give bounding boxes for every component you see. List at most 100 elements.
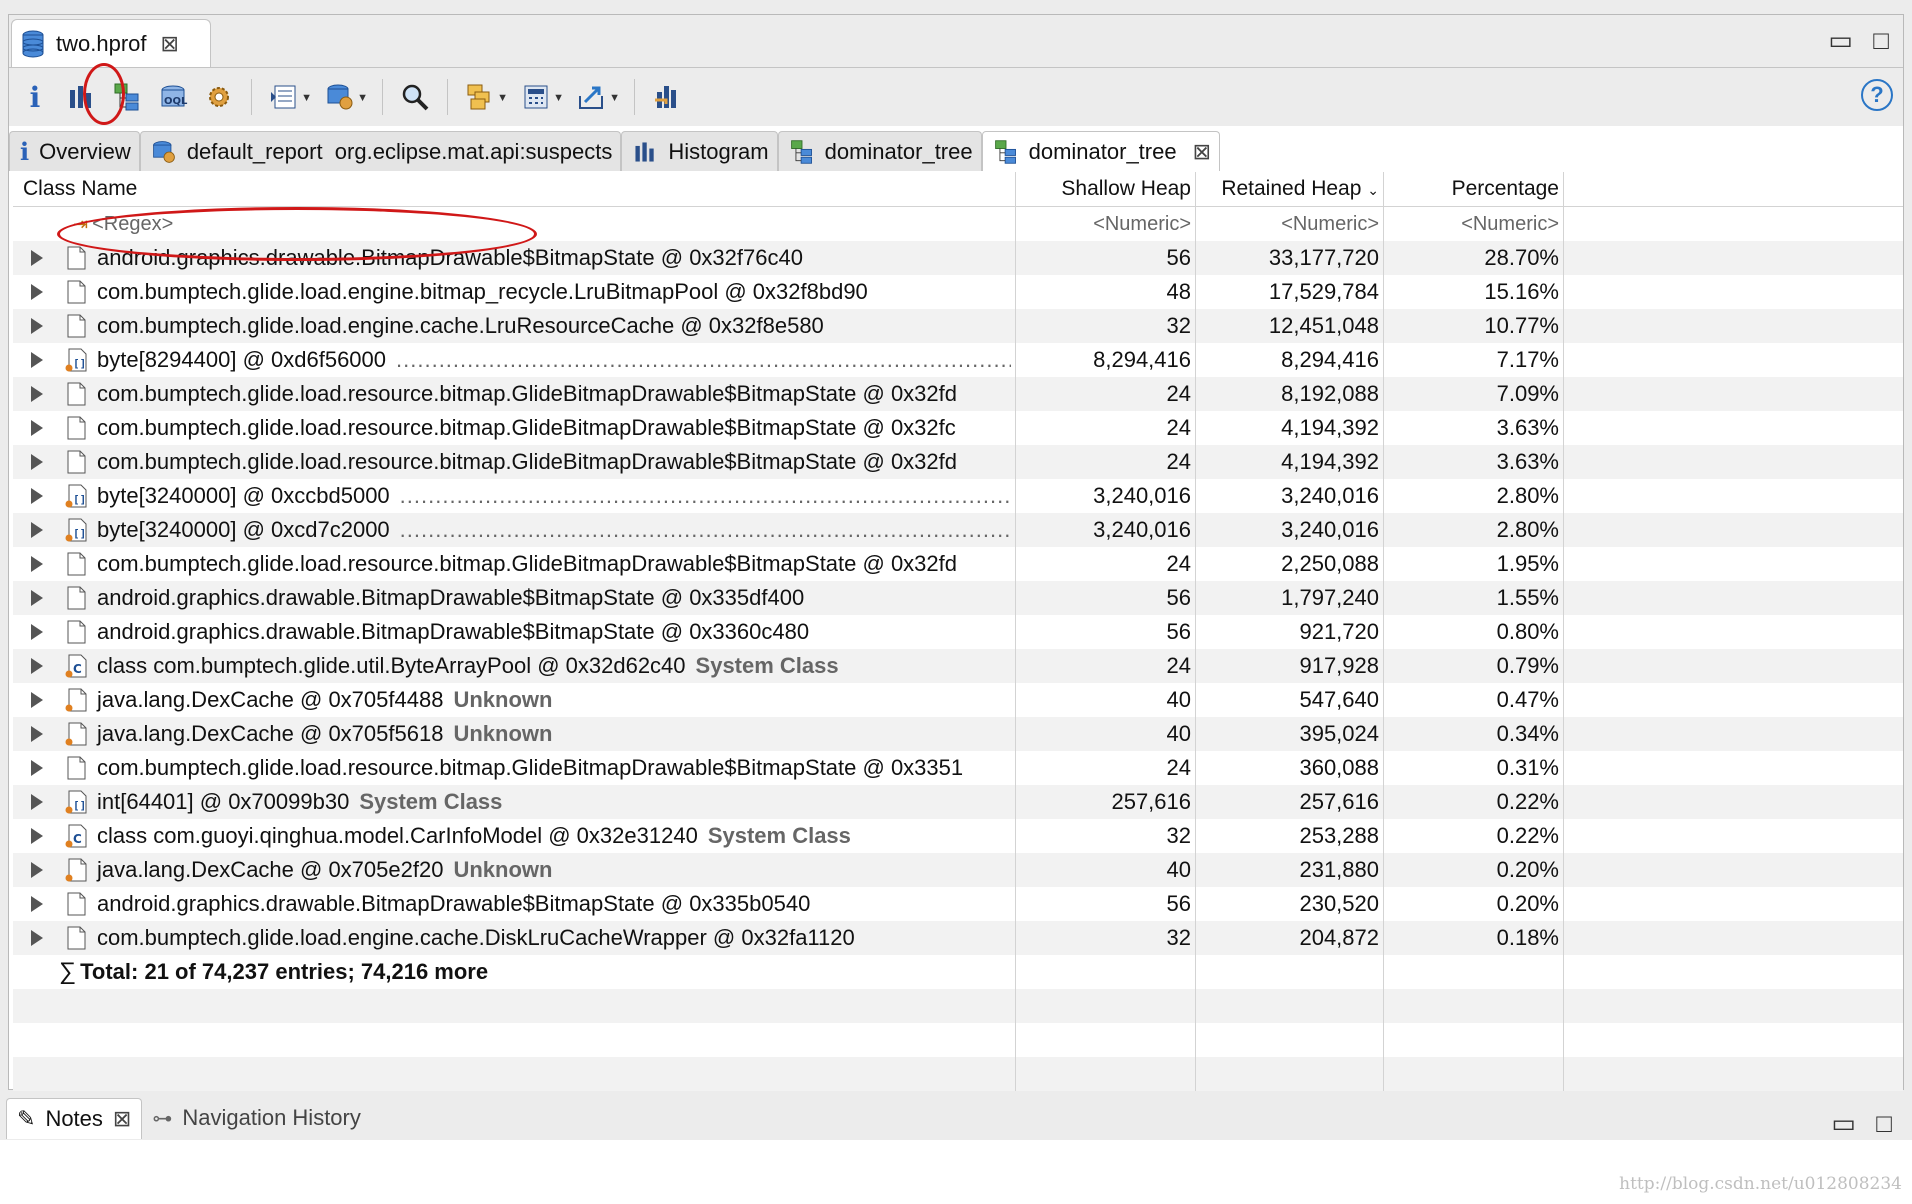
expand-arrow-icon[interactable]	[31, 250, 55, 266]
class-name-cell[interactable]: java.lang.DexCache @ 0x705e2f20 Unknown	[13, 853, 1016, 887]
tab-default-report[interactable]: default_report org.eclipse.mat.api:suspe…	[139, 131, 622, 171]
table-row[interactable]: java.lang.DexCache @ 0x705e2f20 Unknown 40…	[13, 853, 1903, 887]
expand-arrow-icon[interactable]	[31, 862, 55, 878]
table-row[interactable]: Cclass com.guoyi.qinghua.model.CarInfoMo…	[13, 819, 1903, 853]
column-header-retained-heap[interactable]: Retained Heap ⌄	[1196, 172, 1384, 206]
table-row[interactable]: com.bumptech.glide.load.resource.bitmap.…	[13, 377, 1903, 411]
table-row[interactable]: com.bumptech.glide.load.resource.bitmap.…	[13, 751, 1903, 785]
close-icon[interactable]: ⊠	[113, 1106, 131, 1132]
tab-dominator-tree-active[interactable]: dominator_tree ⊠	[981, 131, 1221, 171]
expand-arrow-icon[interactable]	[31, 692, 55, 708]
class-name-cell[interactable]: android.graphics.drawable.BitmapDrawable…	[13, 241, 1016, 275]
class-name-cell[interactable]: com.bumptech.glide.load.resource.bitmap.…	[13, 445, 1016, 479]
class-name-cell[interactable]: java.lang.DexCache @ 0x705f4488 Unknown	[13, 683, 1016, 717]
tab-navigation-history[interactable]: ⊶ Navigation History	[142, 1098, 371, 1138]
editor-tab-two-hprof[interactable]: two.hprof ⊠	[11, 19, 211, 67]
expand-arrow-icon[interactable]	[31, 930, 55, 946]
shallow-filter-input[interactable]: <Numeric>	[1016, 207, 1196, 241]
maximize-icon[interactable]: □	[1876, 1108, 1892, 1139]
column-header-shallow-heap[interactable]: Shallow Heap	[1016, 172, 1196, 206]
run-expert-system-button[interactable]: ▼	[266, 79, 312, 115]
table-row[interactable]: com.bumptech.glide.load.resource.bitmap.…	[13, 547, 1903, 581]
table-row[interactable]: [] int[64401] @ 0x70099b30 System Class 257…	[13, 785, 1903, 819]
table-row[interactable]: com.bumptech.glide.load.resource.bitmap.…	[13, 445, 1903, 479]
minimize-icon[interactable]: ▭	[1828, 25, 1853, 56]
group-by-button[interactable]: ▼	[462, 79, 508, 115]
calculate-retained-button[interactable]: ▼	[518, 79, 564, 115]
expand-arrow-icon[interactable]	[31, 284, 55, 300]
search-button[interactable]	[397, 79, 433, 115]
class-name-cell[interactable]: com.bumptech.glide.load.engine.cache.Dis…	[13, 921, 1016, 955]
class-name-cell[interactable]: Cclass com.guoyi.qinghua.model.CarInfoMo…	[13, 819, 1016, 853]
column-header-percentage[interactable]: Percentage	[1384, 172, 1564, 206]
minimize-icon[interactable]: ▭	[1831, 1108, 1856, 1139]
expand-arrow-icon[interactable]	[31, 726, 55, 742]
regex-filter-input[interactable]: <Regex>	[92, 207, 173, 241]
table-row[interactable]: [] byte[3240000] @ 0xccbd5000............…	[13, 479, 1903, 513]
histogram-button[interactable]	[63, 79, 99, 115]
class-name-cell[interactable]: android.graphics.drawable.BitmapDrawable…	[13, 581, 1016, 615]
class-name-cell[interactable]: com.bumptech.glide.load.resource.bitmap.…	[13, 411, 1016, 445]
table-row[interactable]: android.graphics.drawable.BitmapDrawable…	[13, 581, 1903, 615]
table-row[interactable]: android.graphics.drawable.BitmapDrawable…	[13, 887, 1903, 921]
dropdown-arrow-icon[interactable]: ▼	[357, 92, 368, 104]
dropdown-arrow-icon[interactable]: ▼	[301, 92, 312, 104]
class-name-cell[interactable]: com.bumptech.glide.load.engine.bitmap_re…	[13, 275, 1016, 309]
class-name-cell[interactable]: com.bumptech.glide.load.resource.bitmap.…	[13, 547, 1016, 581]
table-row[interactable]: android.graphics.drawable.BitmapDrawable…	[13, 615, 1903, 649]
table-row[interactable]: com.bumptech.glide.load.resource.bitmap.…	[13, 411, 1903, 445]
tab-overview[interactable]: i Overview	[9, 131, 140, 171]
close-icon[interactable]: ⊠	[161, 31, 179, 57]
expand-arrow-icon[interactable]	[31, 590, 55, 606]
expand-arrow-icon[interactable]	[31, 522, 55, 538]
table-row[interactable]: java.lang.DexCache @ 0x705f5618 Unknown 40…	[13, 717, 1903, 751]
class-name-cell[interactable]: [] byte[3240000] @ 0xccbd5000............…	[13, 479, 1016, 513]
class-name-cell[interactable]: android.graphics.drawable.BitmapDrawable…	[13, 887, 1016, 921]
table-row[interactable]: com.bumptech.glide.load.engine.bitmap_re…	[13, 275, 1903, 309]
dropdown-arrow-icon[interactable]: ▼	[497, 92, 508, 104]
table-row[interactable]: [] byte[3240000] @ 0xcd7c2000............…	[13, 513, 1903, 547]
table-row[interactable]: java.lang.DexCache @ 0x705f4488 Unknown 40…	[13, 683, 1903, 717]
regex-filter-cell[interactable]: ⇥ <Regex>	[13, 207, 1016, 241]
expand-arrow-icon[interactable]	[31, 794, 55, 810]
table-row[interactable]: [] byte[8294400] @ 0xd6f56000............…	[13, 343, 1903, 377]
heap-dump-details-button[interactable]	[201, 79, 237, 115]
close-icon[interactable]: ⊠	[1193, 139, 1211, 165]
total-cell[interactable]: ∑ Total: 21 of 74,237 entries; 74,216 mor…	[13, 955, 1016, 989]
dropdown-arrow-icon[interactable]: ▼	[553, 92, 564, 104]
expand-arrow-icon[interactable]	[31, 760, 55, 776]
tab-notes[interactable]: ✎ Notes ⊠	[6, 1097, 143, 1139]
table-row[interactable]: android.graphics.drawable.BitmapDrawable…	[13, 241, 1903, 275]
leak-suspects-button[interactable]	[649, 79, 685, 115]
table-row[interactable]: com.bumptech.glide.load.engine.cache.Dis…	[13, 921, 1903, 955]
class-name-cell[interactable]: java.lang.DexCache @ 0x705f5618 Unknown	[13, 717, 1016, 751]
expand-arrow-icon[interactable]	[31, 352, 55, 368]
expand-arrow-icon[interactable]	[31, 556, 55, 572]
dominator-tree-button[interactable]	[109, 79, 145, 115]
class-name-cell[interactable]: [] int[64401] @ 0x70099b30 System Class	[13, 785, 1016, 819]
expand-arrow-icon[interactable]	[31, 896, 55, 912]
class-name-cell[interactable]: com.bumptech.glide.load.resource.bitmap.…	[13, 751, 1016, 785]
total-row[interactable]: ∑ Total: 21 of 74,237 entries; 74,216 mor…	[13, 955, 1903, 989]
column-header-class-name[interactable]: Class Name	[13, 172, 1016, 206]
expand-arrow-icon[interactable]	[31, 488, 55, 504]
help-icon[interactable]: ?	[1861, 79, 1893, 111]
class-name-cell[interactable]: android.graphics.drawable.BitmapDrawable…	[13, 615, 1016, 649]
maximize-icon[interactable]: □	[1873, 25, 1889, 56]
overview-button[interactable]: i	[17, 79, 53, 115]
class-name-cell[interactable]: com.bumptech.glide.load.resource.bitmap.…	[13, 377, 1016, 411]
oql-button[interactable]: OQL	[155, 79, 191, 115]
expand-arrow-icon[interactable]	[31, 828, 55, 844]
class-name-cell[interactable]: Cclass com.bumptech.glide.util.ByteArray…	[13, 649, 1016, 683]
tab-histogram[interactable]: Histogram	[621, 131, 778, 171]
export-button[interactable]: ▼	[574, 79, 620, 115]
query-browser-button[interactable]: ▼	[322, 79, 368, 115]
class-name-cell[interactable]: com.bumptech.glide.load.engine.cache.Lru…	[13, 309, 1016, 343]
class-name-cell[interactable]: [] byte[8294400] @ 0xd6f56000............…	[13, 343, 1016, 377]
class-name-cell[interactable]: [] byte[3240000] @ 0xcd7c2000............…	[13, 513, 1016, 547]
expand-arrow-icon[interactable]	[31, 420, 55, 436]
expand-arrow-icon[interactable]	[31, 454, 55, 470]
table-row[interactable]: com.bumptech.glide.load.engine.cache.Lru…	[13, 309, 1903, 343]
dropdown-arrow-icon[interactable]: ▼	[609, 92, 620, 104]
expand-arrow-icon[interactable]	[31, 658, 55, 674]
